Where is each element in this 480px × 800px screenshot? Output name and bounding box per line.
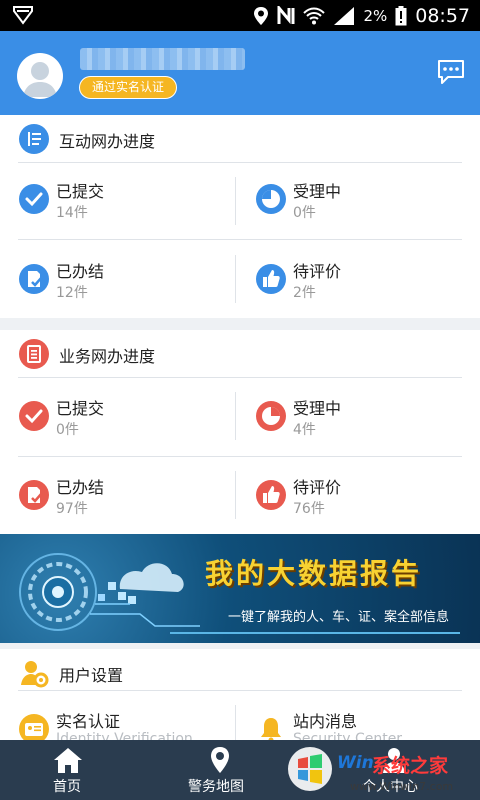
setting-label: 站内消息 <box>293 712 358 731</box>
status-label: 受理中 <box>293 399 342 418</box>
nav-label: 警务地图 <box>188 779 244 795</box>
section-title: 互动网办进度 <box>59 132 156 151</box>
divider <box>18 690 462 691</box>
status-count: 0件 <box>293 205 316 221</box>
banner-subtitle: 一键了解我的人、车、证、案全部信息 <box>228 610 450 625</box>
map-pin-icon <box>211 747 229 773</box>
status-pending-review[interactable]: 待评价 2件 <box>256 255 456 315</box>
location-icon <box>254 6 269 25</box>
setting-label: 实名认证 <box>56 712 121 731</box>
battery-icon <box>395 5 407 25</box>
pie-icon <box>256 401 286 431</box>
watermark-url: www.Winwin7.com <box>350 780 454 793</box>
battery-percent: 2% <box>363 6 388 25</box>
status-submitted[interactable]: 已提交 14件 <box>19 175 219 235</box>
watermark-win-text: Win <box>337 753 374 773</box>
username-blurred <box>80 48 245 70</box>
wifi-icon <box>303 7 326 24</box>
check-icon <box>19 184 49 214</box>
divider <box>18 239 462 240</box>
interactive-progress-section: 互动网办进度 已提交 14件 受理中 0件 已办结 12件 待评价 2件 <box>0 115 480 318</box>
site-watermark: Win 系统之家 www.Winwin7.com <box>282 741 480 800</box>
profile-header: 通过实名认证 <box>0 31 480 115</box>
status-processing[interactable]: 受理中 4件 <box>256 392 456 452</box>
status-bar: 2% 08:57 <box>0 0 480 31</box>
divider <box>235 705 236 745</box>
windows-logo-icon <box>288 747 332 791</box>
divider <box>235 392 236 440</box>
document-list-icon <box>19 339 49 369</box>
divider <box>235 471 236 519</box>
section-header: 业务网办进度 <box>0 330 480 378</box>
pie-icon <box>256 184 286 214</box>
nfc-icon <box>277 5 295 24</box>
thumbs-up-icon <box>256 264 286 294</box>
clock: 08:57 <box>415 4 470 27</box>
status-label: 已提交 <box>56 182 105 201</box>
user-settings-icon <box>19 658 49 688</box>
chat-bubble-icon[interactable] <box>436 58 466 86</box>
avatar[interactable] <box>17 53 63 99</box>
status-completed[interactable]: 已办结 12件 <box>19 255 219 315</box>
divider <box>18 162 462 163</box>
nav-police-map[interactable]: 警务地图 <box>184 740 256 800</box>
section-header: 互动网办进度 <box>0 115 480 163</box>
status-processing[interactable]: 受理中 0件 <box>256 175 456 235</box>
status-submitted[interactable]: 已提交 0件 <box>19 392 219 452</box>
user-silhouette-icon <box>23 62 57 97</box>
status-label: 已办结 <box>56 262 105 281</box>
divider <box>235 255 236 303</box>
banner-underline <box>170 632 460 634</box>
status-label: 已办结 <box>56 478 105 497</box>
document-done-icon <box>19 480 49 510</box>
signal-shield-icon <box>13 6 33 25</box>
divider <box>18 456 462 457</box>
status-completed[interactable]: 已办结 97件 <box>19 471 219 531</box>
thumbs-up-icon <box>256 480 286 510</box>
status-count: 14件 <box>56 205 88 221</box>
status-label: 受理中 <box>293 182 342 201</box>
status-count: 2件 <box>293 285 316 301</box>
document-done-icon <box>19 264 49 294</box>
nav-home[interactable]: 首页 <box>40 740 96 800</box>
divider <box>235 177 236 225</box>
tech-circuit-graphic <box>19 553 200 631</box>
cell-signal-icon <box>334 6 355 25</box>
divider <box>18 377 462 378</box>
nav-label: 首页 <box>53 779 81 795</box>
business-progress-section: 业务网办进度 已提交 0件 受理中 4件 已办结 97件 待评价 76件 <box>0 330 480 534</box>
section-title: 业务网办进度 <box>59 347 156 366</box>
check-icon <box>19 401 49 431</box>
status-label: 待评价 <box>293 262 342 281</box>
list-icon <box>19 124 49 154</box>
status-count: 4件 <box>293 422 316 438</box>
status-count: 97件 <box>56 501 88 517</box>
status-pending-review[interactable]: 待评价 76件 <box>256 471 456 531</box>
status-count: 76件 <box>293 501 325 517</box>
status-count: 0件 <box>56 422 79 438</box>
user-settings-section: 用户设置 实名认证 Identity Verification 站内消息 Sec… <box>0 649 480 749</box>
status-count: 12件 <box>56 285 88 301</box>
status-label: 待评价 <box>293 478 342 497</box>
big-data-report-banner[interactable]: 我的大数据报告 一键了解我的人、车、证、案全部信息 <box>0 534 480 643</box>
home-icon <box>54 748 82 773</box>
watermark-text: 系统之家 <box>372 755 449 777</box>
banner-title: 我的大数据报告 <box>205 557 423 590</box>
status-label: 已提交 <box>56 399 105 418</box>
verified-badge[interactable]: 通过实名认证 <box>79 76 178 99</box>
section-title: 用户设置 <box>59 666 124 685</box>
